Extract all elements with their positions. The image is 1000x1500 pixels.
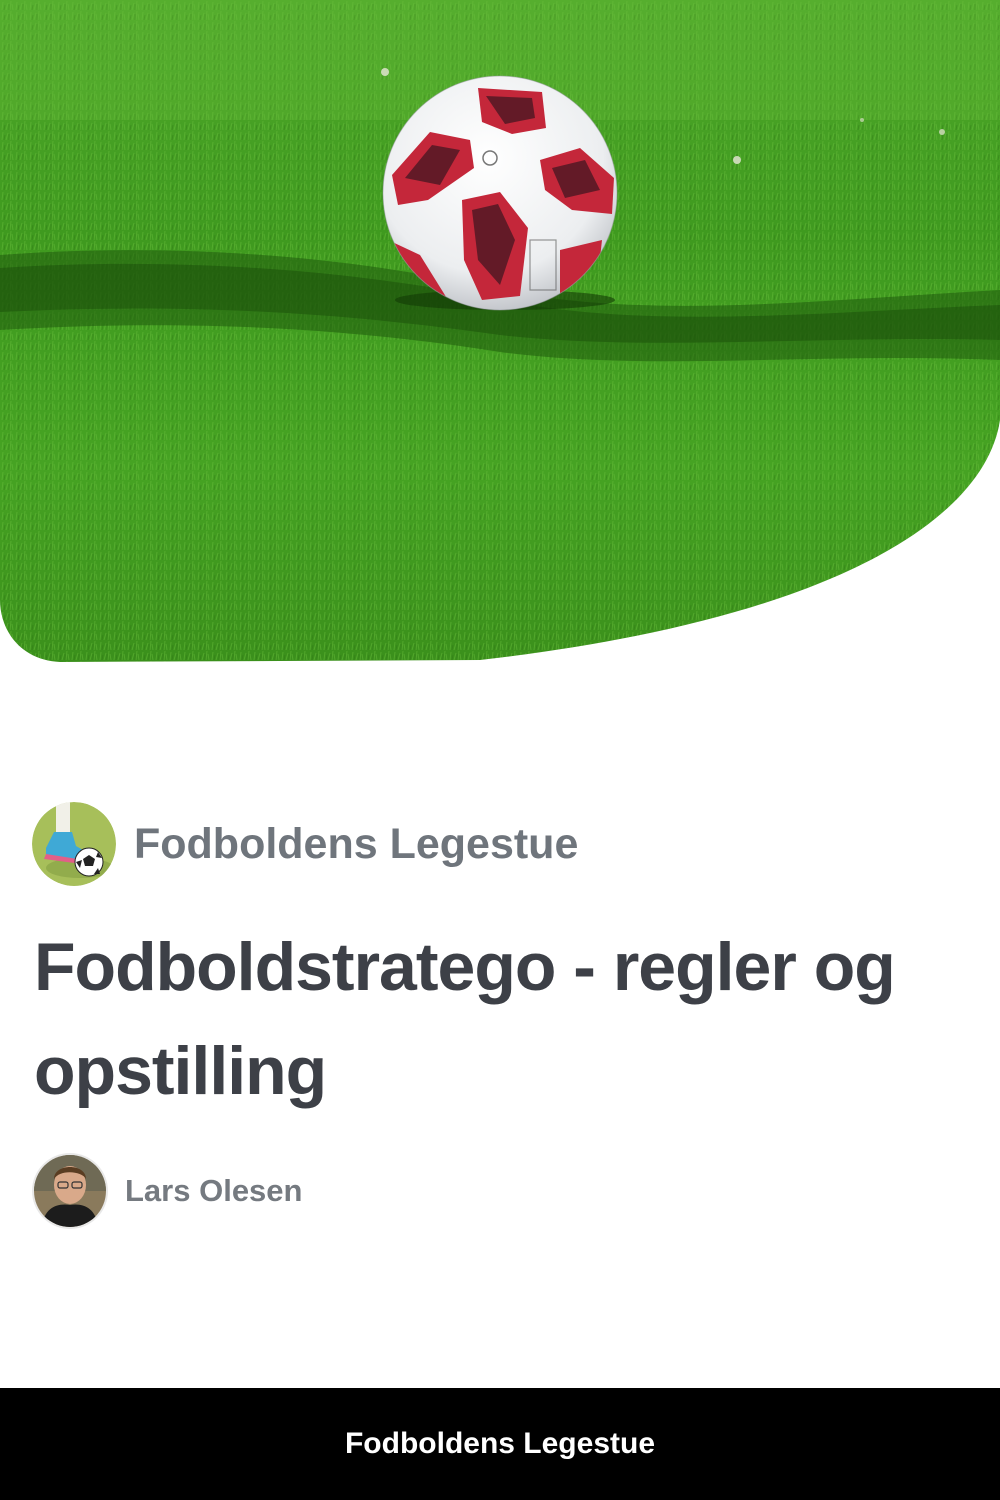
author-byline[interactable]: Lars Olesen [34,1155,302,1227]
footer-publication-name[interactable]: Fodboldens Legestue [345,1427,655,1461]
publication-name[interactable]: Fodboldens Legestue [134,820,578,869]
hero-image [0,0,1000,670]
author-name[interactable]: Lars Olesen [125,1173,302,1209]
football-kick-logo-icon[interactable] [32,802,116,886]
publication-header[interactable]: Fodboldens Legestue [32,802,578,886]
article-title: Fodboldstratego - regler og opstilling [34,929,896,1109]
article-card: Fodboldens Legestue Fodboldstratego - re… [0,0,1000,1500]
footer-bar: Fodboldens Legestue [0,1388,1000,1500]
author-avatar[interactable] [34,1155,106,1227]
